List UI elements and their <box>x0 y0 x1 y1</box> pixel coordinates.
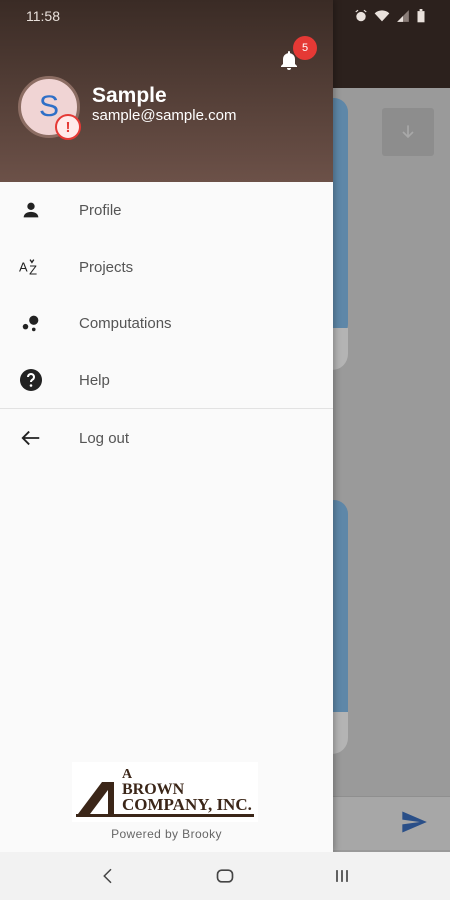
system-nav-bar <box>0 852 450 900</box>
menu-label: Projects <box>79 258 134 276</box>
svg-text:Z: Z <box>29 262 37 277</box>
menu-item-logout[interactable]: Log out <box>0 410 333 466</box>
notification-badge: 5 <box>293 36 317 60</box>
svg-text:A: A <box>19 260 28 275</box>
person-icon <box>19 198 43 222</box>
message-input[interactable] <box>330 796 450 850</box>
menu-item-help[interactable]: Help <box>0 352 333 408</box>
menu-divider <box>0 408 333 409</box>
user-name: Sample <box>92 84 167 107</box>
recents-button[interactable] <box>322 856 362 896</box>
menu-label: Log out <box>79 429 130 447</box>
company-logo: A BROWN COMPANY, INC. <box>72 762 258 822</box>
powered-by-text: Powered by Brooky <box>111 827 222 841</box>
help-icon <box>19 368 43 392</box>
avatar-initial: S <box>38 90 59 123</box>
user-email: sample@sample.com <box>92 107 237 124</box>
home-icon <box>216 869 234 883</box>
status-time: 11:58 <box>26 8 60 24</box>
download-button[interactable] <box>382 108 434 156</box>
download-icon <box>402 125 414 139</box>
back-icon <box>103 868 112 884</box>
status-icons <box>354 9 426 23</box>
arrow-left-icon <box>19 426 43 450</box>
menu-label: Help <box>79 371 110 389</box>
alarm-icon <box>355 9 367 22</box>
battery-icon <box>417 9 425 23</box>
logo-line3: COMPANY, INC. <box>122 795 252 814</box>
menu-item-computations[interactable]: Computations <box>0 295 333 351</box>
menu-label: Profile <box>79 201 122 219</box>
recents-icon <box>335 870 348 882</box>
menu-item-profile[interactable]: Profile <box>0 182 333 238</box>
send-icon <box>402 811 427 833</box>
back-button[interactable] <box>88 856 128 896</box>
signal-icon <box>397 10 409 22</box>
menu-label: Computations <box>79 314 172 332</box>
wifi-icon <box>374 10 390 22</box>
home-button[interactable] <box>205 856 245 896</box>
warning-icon: ! <box>55 114 81 140</box>
sort-az-icon: AZ <box>19 255 43 279</box>
bubbles-icon <box>19 311 43 335</box>
navigation-drawer: 5 S ! Sample sample@sample.com Profile A… <box>0 0 333 852</box>
logo-line1: A <box>122 767 133 782</box>
menu-item-projects[interactable]: AZ Projects <box>0 239 333 295</box>
status-bar: 11:58 <box>0 0 450 32</box>
send-button[interactable] <box>400 808 428 841</box>
